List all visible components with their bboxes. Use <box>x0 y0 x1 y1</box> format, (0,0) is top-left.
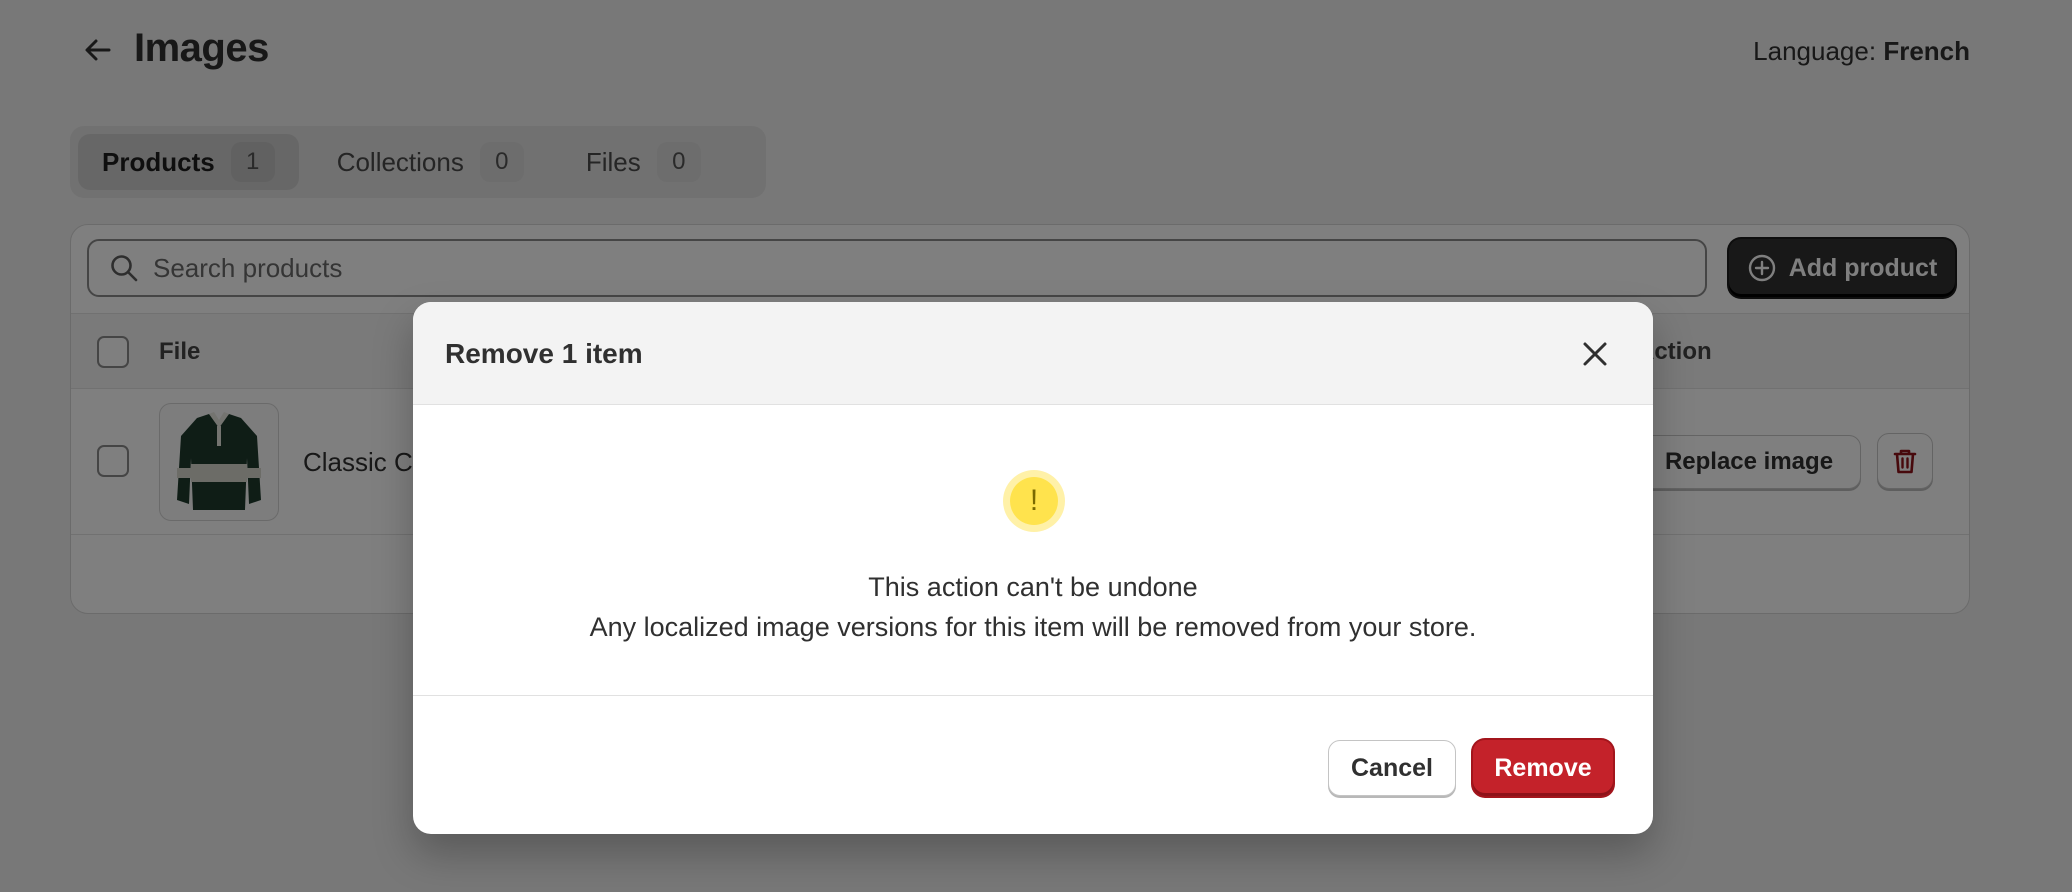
dialog-footer: Cancel Remove <box>413 695 1653 834</box>
dialog-message-body: Any localized image versions for this it… <box>589 612 1477 642</box>
remove-dialog: Remove 1 item ! This action can't be und… <box>413 302 1653 834</box>
dialog-title: Remove 1 item <box>445 338 643 369</box>
dialog-message-heading: This action can't be undone <box>868 572 1198 602</box>
images-page: Images Language: French Products 1 Colle… <box>0 0 2072 892</box>
dialog-header: Remove 1 item <box>413 302 1653 405</box>
warning-badge: ! <box>1003 470 1065 532</box>
close-icon <box>1583 342 1607 366</box>
close-button[interactable] <box>1573 332 1617 376</box>
exclamation-icon: ! <box>1010 477 1058 525</box>
cancel-button[interactable]: Cancel <box>1328 740 1456 796</box>
remove-button[interactable]: Remove <box>1473 740 1613 796</box>
